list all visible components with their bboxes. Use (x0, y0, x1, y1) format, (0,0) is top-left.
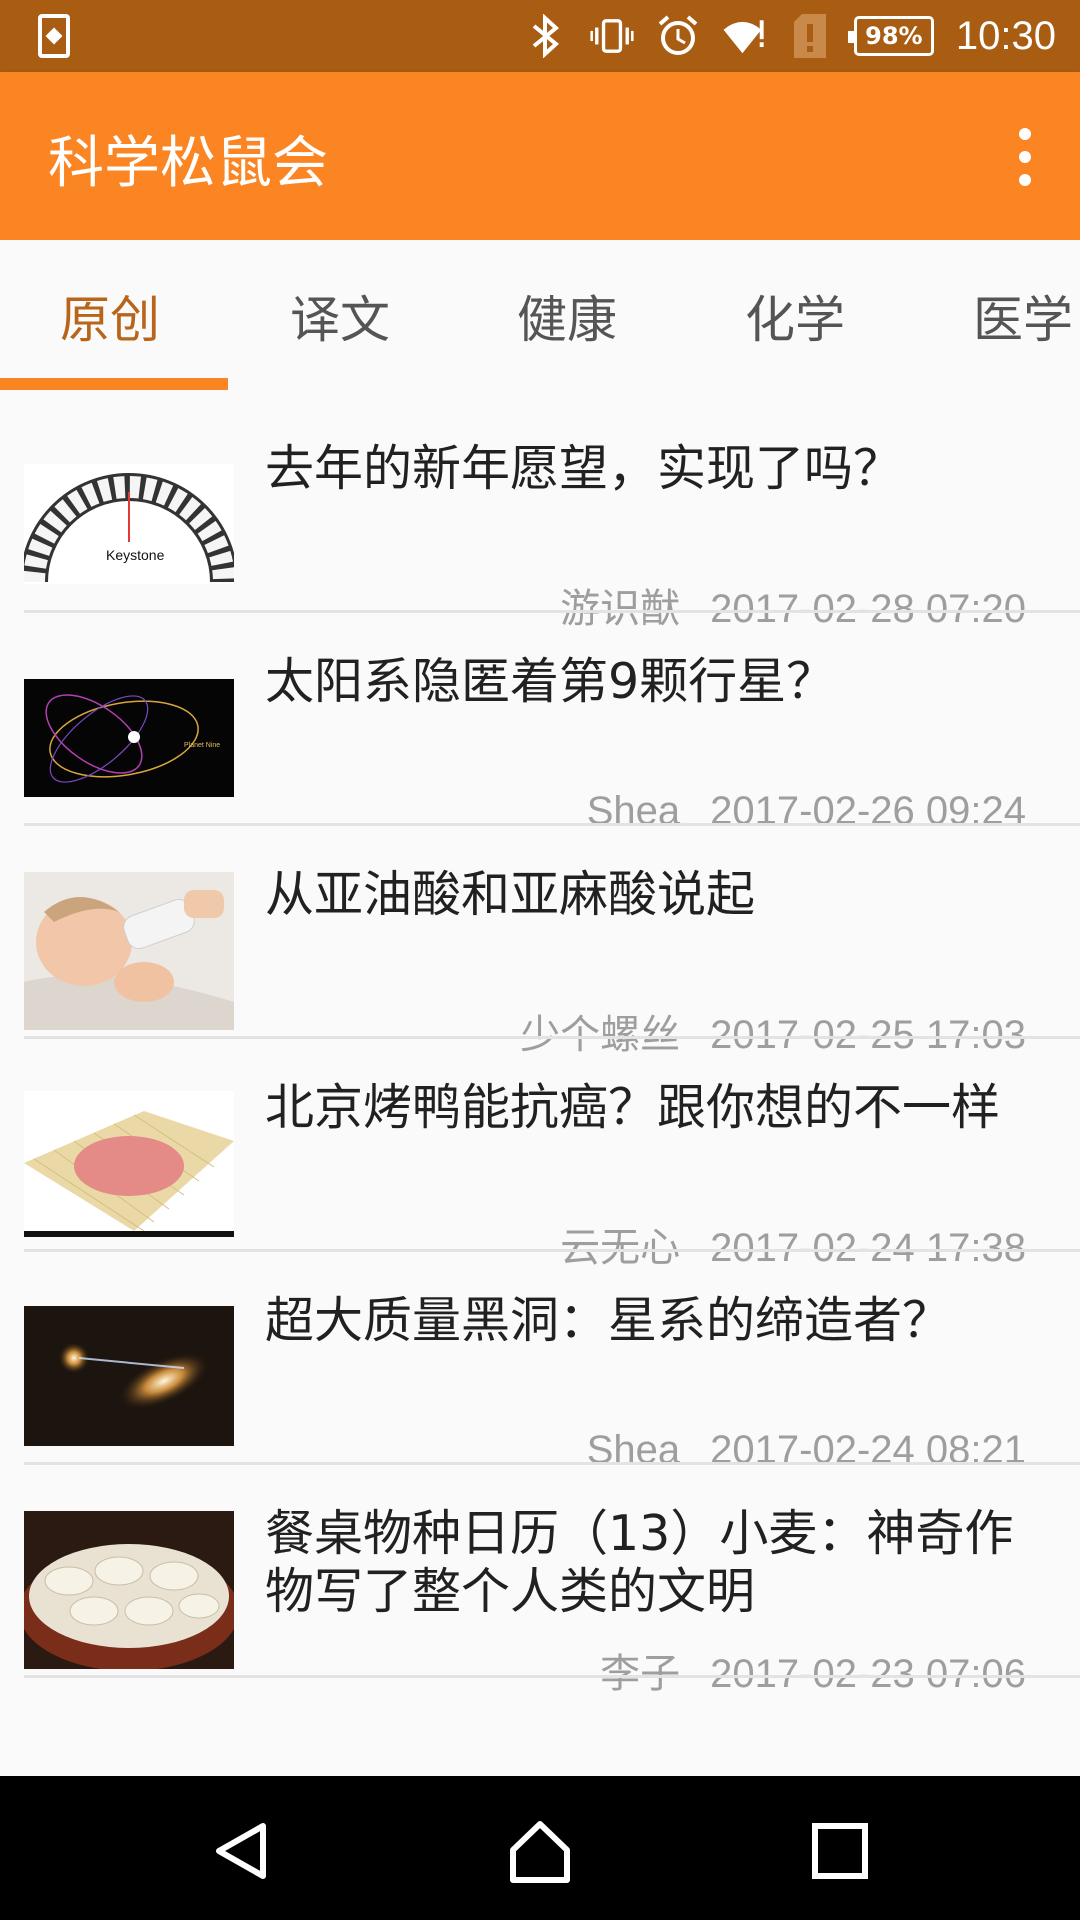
sim-card-icon (38, 14, 70, 58)
wifi-icon (722, 14, 766, 58)
tab-original[interactable]: 原创 (60, 280, 160, 350)
article-list[interactable]: Keystone 去年的新年愿望，实现了吗？ 游识猷 2017-02-28 07:… (0, 400, 1080, 1777)
list-item[interactable]: 北京烤鸭能抗癌？跟你想的不一样 云无心 2017-02-24 17:38 (0, 1039, 1080, 1270)
article-thumbnail: Planet Nine (24, 679, 234, 797)
bluetooth-icon (524, 14, 568, 58)
list-item[interactable]: 餐桌物种日历（13）小麦：神奇作物写了整个人类的文明 李子 2017-02-23 … (0, 1465, 1080, 1696)
clock: 10:30 (955, 13, 1056, 58)
list-item[interactable]: Keystone 去年的新年愿望，实现了吗？ 游识猷 2017-02-28 07:… (0, 400, 1080, 631)
article-thumbnail (24, 1091, 234, 1237)
article-title: 去年的新年愿望，实现了吗？ (265, 440, 903, 497)
more-vert-icon[interactable] (1000, 122, 1050, 192)
system-nav-bar (0, 1776, 1080, 1920)
app-title: 科学松鼠会 (48, 131, 328, 196)
category-tabs: 原创 译文 健康 化学 医学 (0, 240, 1080, 390)
tab-chemistry[interactable]: 化学 (745, 280, 845, 350)
article-title: 餐桌物种日历（13）小麦：神奇作物写了整个人类的文明 (265, 1505, 1014, 1620)
thumbnail-label: Planet Nine (184, 742, 220, 749)
tab-medicine[interactable]: 医学 (973, 280, 1073, 350)
article-thumbnail (24, 872, 234, 1030)
battery-level: 98% (865, 22, 923, 50)
home-icon[interactable] (505, 1816, 575, 1886)
article-thumbnail: Keystone (24, 464, 234, 584)
article-title: 太阳系隐匿着第9颗行星？ (265, 653, 836, 710)
alarm-icon (656, 14, 700, 58)
back-icon[interactable] (207, 1816, 277, 1886)
status-bar: 98% 10:30 (0, 0, 1080, 72)
sd-card-alert-icon (788, 14, 832, 58)
vibrate-icon (590, 14, 634, 58)
article-thumbnail (24, 1511, 234, 1669)
battery-icon: 98% (847, 16, 934, 56)
thumbnail-label: Keystone (106, 547, 165, 563)
list-item[interactable]: 从亚油酸和亚麻酸说起 少个螺丝 2017-02-25 17:03 (0, 826, 1080, 1057)
article-author: 李子 (600, 1652, 681, 1696)
divider (24, 1675, 1080, 1678)
article-title: 超大质量黑洞：星系的缔造者？ (265, 1292, 952, 1349)
article-title: 北京烤鸭能抗癌？跟你想的不一样 (265, 1079, 1001, 1136)
app-bar: 科学松鼠会 (0, 72, 1080, 240)
tab-health[interactable]: 健康 (517, 280, 617, 350)
list-item[interactable]: 超大质量黑洞：星系的缔造者？ Shea 2017-02-24 08:21 (0, 1252, 1080, 1472)
list-item[interactable]: Planet Nine 太阳系隐匿着第9颗行星？ Shea 2017-02-26 … (0, 613, 1080, 833)
article-meta: 李子 2017-02-23 07:06 (600, 1641, 1026, 1699)
tab-translation[interactable]: 译文 (290, 280, 390, 350)
article-date: 2017-02-23 07:06 (710, 1652, 1026, 1696)
recents-icon[interactable] (805, 1816, 875, 1886)
article-thumbnail (24, 1306, 234, 1446)
tab-indicator (0, 378, 228, 390)
article-title: 从亚油酸和亚麻酸说起 (265, 866, 756, 923)
